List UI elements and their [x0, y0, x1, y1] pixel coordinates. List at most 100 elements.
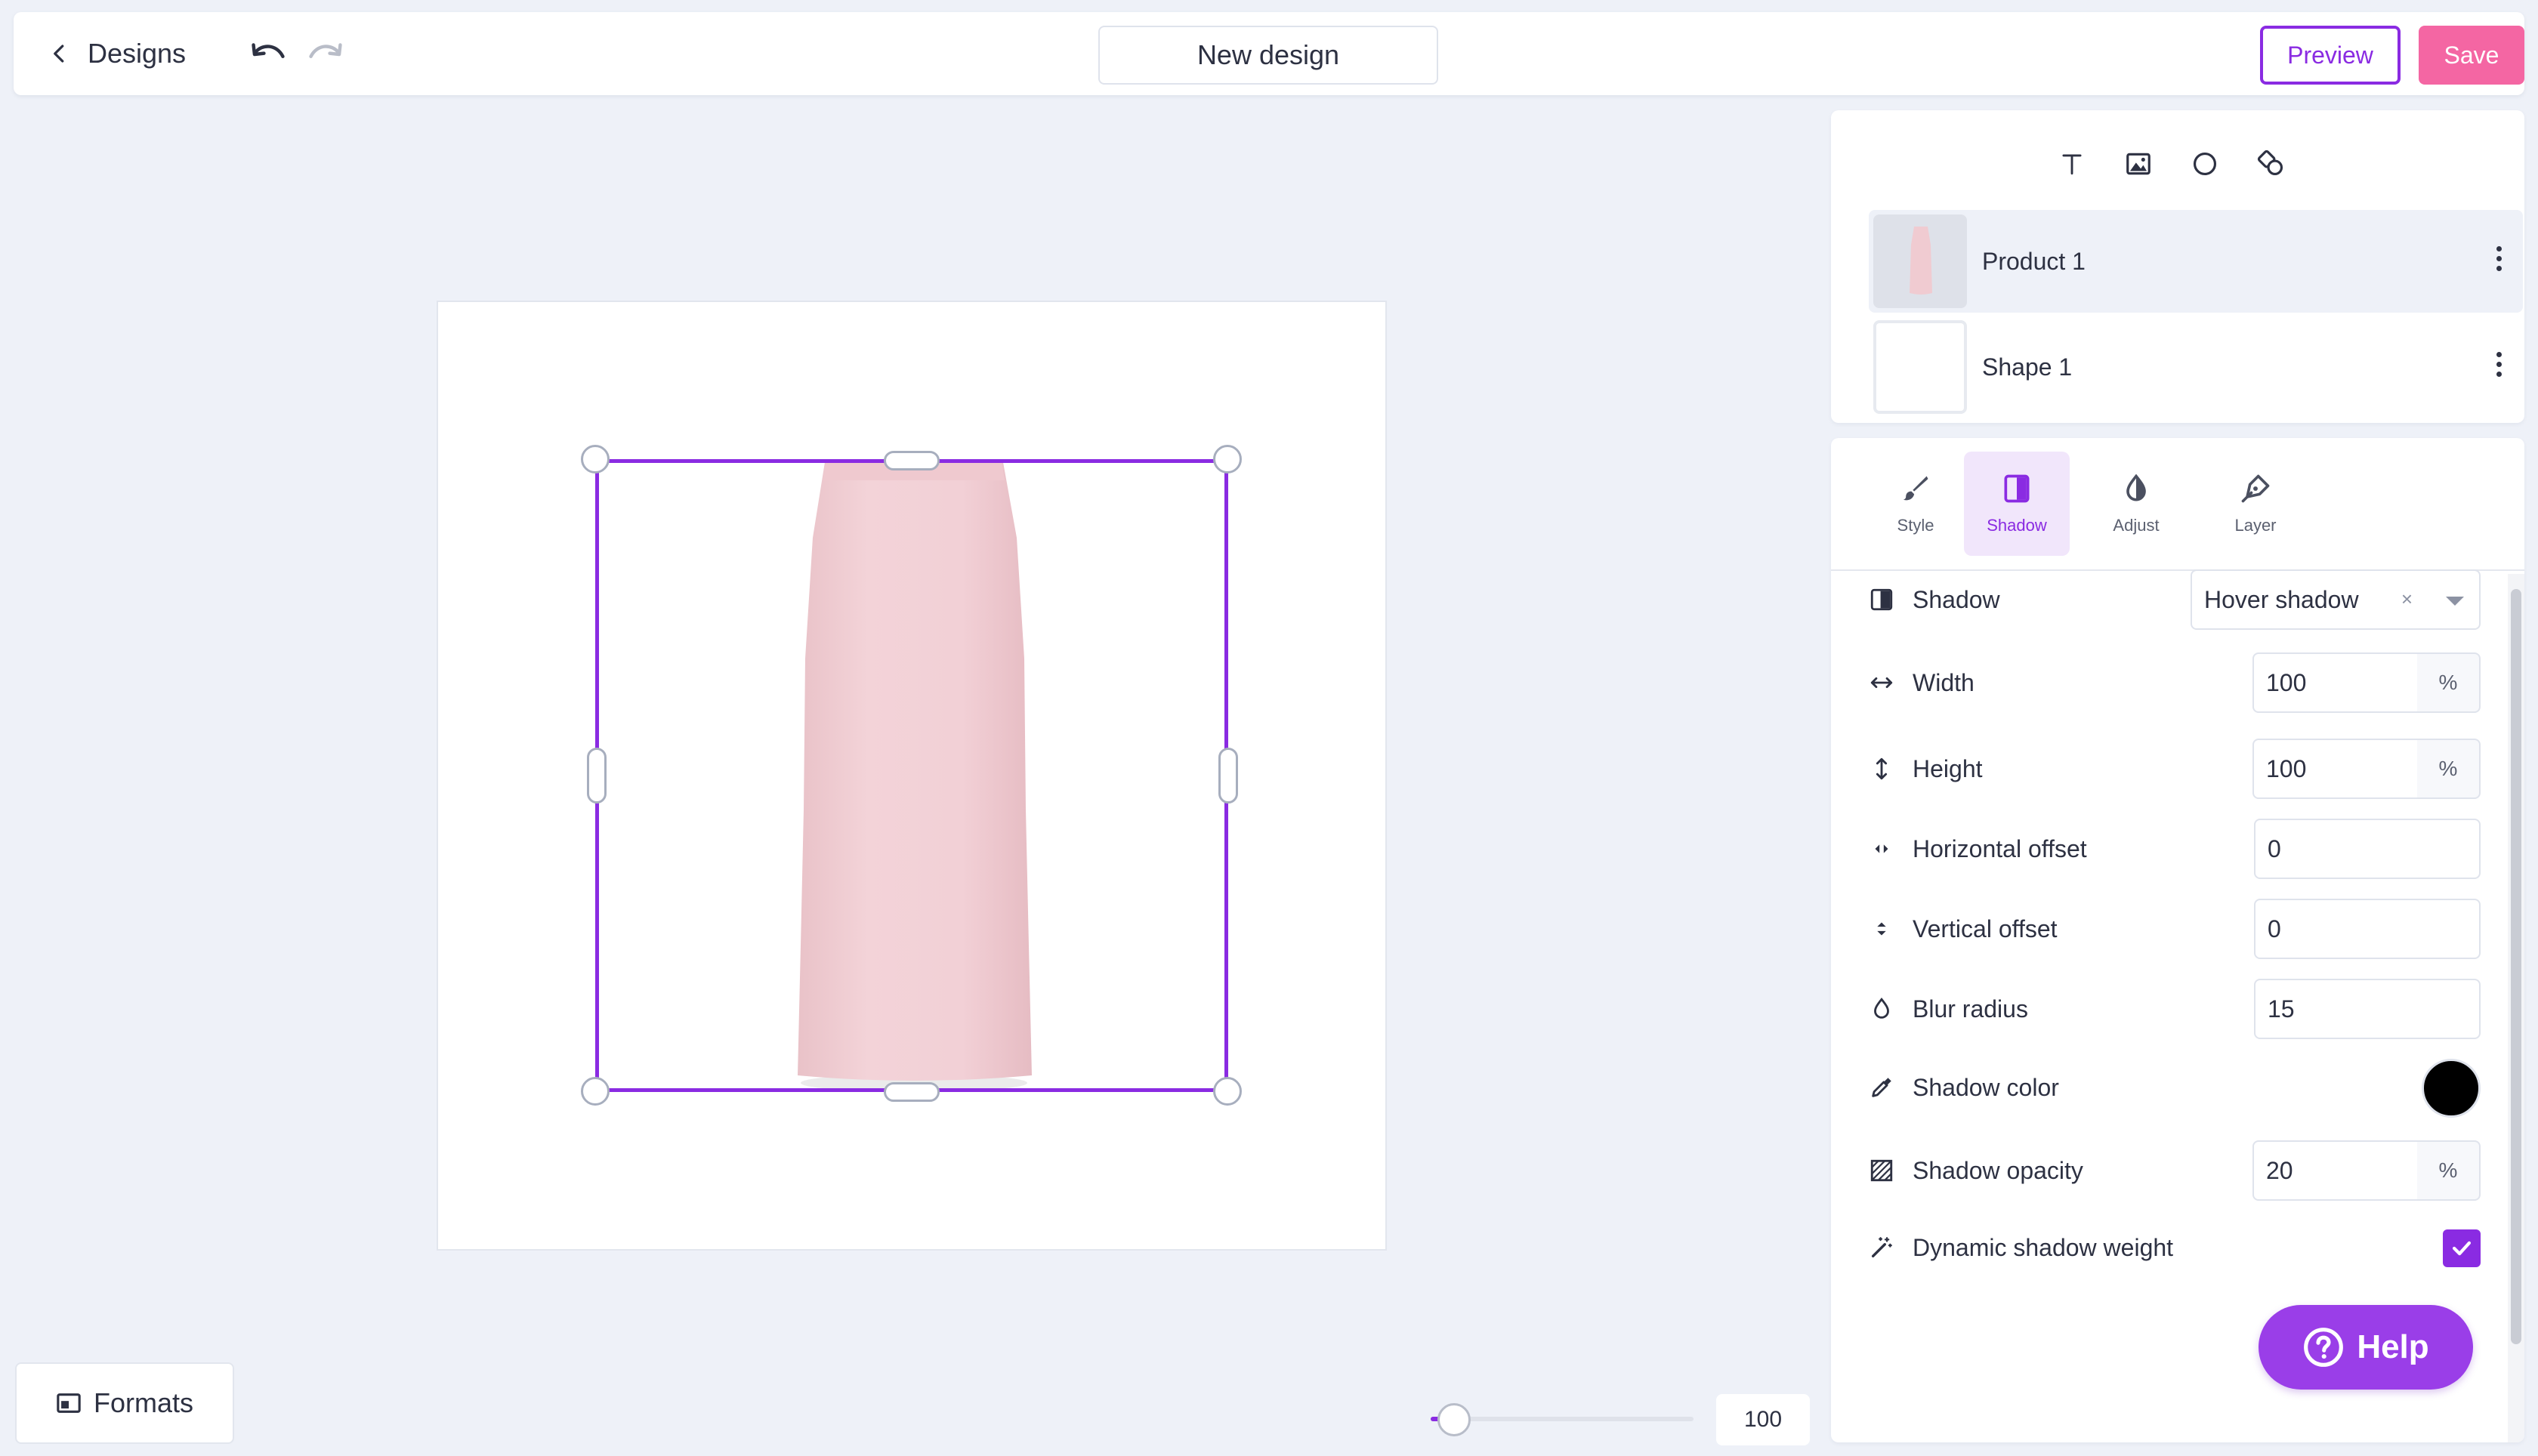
resize-handle-bottom-right[interactable] — [1213, 1077, 1242, 1106]
design-title-field[interactable]: New design — [1098, 26, 1438, 85]
layer-more-icon[interactable] — [2494, 352, 2503, 382]
tab-adjust[interactable]: Adjust — [2083, 452, 2189, 556]
resize-handle-bottom-left[interactable] — [581, 1077, 610, 1106]
width-label: Width — [1913, 668, 1975, 696]
back-to-designs-button[interactable]: Designs — [48, 32, 186, 76]
formats-button[interactable]: Formats — [15, 1362, 234, 1444]
percent-unit: % — [2417, 1140, 2481, 1201]
redo-icon — [309, 43, 342, 58]
dynamic-shadow-checkbox[interactable] — [2443, 1229, 2481, 1267]
tab-layer[interactable]: Layer — [2203, 452, 2308, 556]
layer-row-product-1[interactable]: Product 1 — [1869, 210, 2523, 313]
property-tabs: Style Shadow Adjust Layer — [1831, 438, 2524, 571]
circle-icon — [2193, 152, 2217, 176]
selection-box[interactable] — [595, 459, 1228, 1092]
resize-handle-left[interactable] — [587, 748, 607, 804]
chevron-left-icon — [54, 45, 64, 63]
add-image-button[interactable] — [2124, 150, 2153, 178]
height-row: Height % — [1867, 739, 2481, 799]
save-button[interactable]: Save — [2419, 26, 2524, 85]
preview-button[interactable]: Preview — [2260, 26, 2401, 85]
resize-handle-bottom[interactable] — [884, 1082, 940, 1102]
shadow-opacity-input[interactable] — [2252, 1140, 2419, 1201]
caret-down-icon[interactable] — [2446, 597, 2464, 606]
horizontal-offset-row: Horizontal offset — [1867, 819, 2481, 879]
zoom-knob[interactable] — [1437, 1403, 1471, 1436]
resize-handle-right[interactable] — [1218, 748, 1238, 804]
tab-style[interactable]: Style — [1863, 452, 1968, 556]
panel-scrollbar[interactable] — [2508, 574, 2524, 1442]
magic-wand-icon — [1867, 1233, 1896, 1262]
tab-label: Shadow — [1987, 516, 2047, 535]
shadow-color-row: Shadow color — [1867, 1057, 2481, 1118]
zoom-value: 100 — [1716, 1394, 1810, 1445]
layer-row-shape-1[interactable]: Shape 1 — [1869, 316, 2523, 418]
layer-thumbnail — [1873, 214, 1967, 308]
vertical-arrows-icon — [1867, 754, 1896, 783]
tab-label: Layer — [2234, 516, 2277, 535]
formats-label: Formats — [93, 1387, 193, 1418]
redo-button[interactable] — [307, 41, 344, 68]
tab-label: Style — [1897, 516, 1934, 535]
vertical-offset-row: Vertical offset — [1867, 899, 2481, 959]
text-icon — [2062, 154, 2082, 175]
shadow-color-swatch[interactable] — [2422, 1059, 2481, 1118]
layer-name: Product 1 — [1982, 247, 2086, 275]
zoom-slider[interactable] — [1431, 1403, 1694, 1436]
help-label: Help — [2357, 1328, 2429, 1365]
add-text-button[interactable] — [2058, 150, 2086, 178]
shadow-label: Shadow — [1913, 585, 2000, 613]
vertical-offset-input[interactable] — [2254, 899, 2481, 959]
check-icon — [2452, 1241, 2472, 1256]
dynamic-shadow-row: Dynamic shadow weight — [1867, 1217, 2481, 1278]
undo-button[interactable] — [249, 41, 287, 68]
resize-handle-top[interactable] — [884, 451, 940, 470]
tab-label: Adjust — [2113, 516, 2160, 535]
height-label: Height — [1913, 754, 1983, 782]
brush-icon — [1903, 476, 1928, 501]
question-circle-icon — [2304, 1328, 2344, 1367]
resize-handle-top-left[interactable] — [581, 445, 610, 474]
tab-shadow[interactable]: Shadow — [1964, 452, 2070, 556]
layer-thumbnail — [1873, 320, 1967, 414]
shadow-preset-select[interactable]: Hover shadow × — [2191, 569, 2481, 630]
shadow-opacity-label: Shadow opacity — [1913, 1156, 2083, 1184]
add-elements-button[interactable] — [2257, 150, 2286, 178]
image-icon — [2126, 153, 2151, 175]
eyedropper-icon — [1867, 1073, 1896, 1102]
blur-radius-row: Blur radius — [1867, 979, 2481, 1039]
layer-name: Shape 1 — [1982, 353, 2073, 381]
blur-radius-label: Blur radius — [1913, 995, 2028, 1023]
shadow-preset-row: Shadow Hover shadow × — [1867, 569, 2481, 630]
blur-radius-input[interactable] — [2254, 979, 2481, 1039]
insert-toolbar — [2058, 150, 2286, 178]
formats-icon — [57, 1393, 81, 1413]
horizontal-offset-label: Horizontal offset — [1913, 834, 2087, 862]
height-input[interactable] — [2252, 739, 2419, 799]
help-button[interactable]: Help — [2259, 1305, 2473, 1390]
clear-icon[interactable]: × — [2401, 588, 2413, 611]
layer-more-icon[interactable] — [2494, 246, 2503, 276]
contrast-icon — [2126, 474, 2146, 501]
shadow-preset-value: Hover shadow — [2204, 585, 2359, 613]
horizontal-arrows-icon — [1867, 668, 1896, 697]
shadow-icon — [2004, 474, 2030, 503]
top-bar: Designs New design Preview Save — [14, 12, 2524, 95]
opacity-pattern-icon — [1867, 1156, 1896, 1185]
pen-icon — [2241, 474, 2270, 503]
horizontal-offset-input[interactable] — [2254, 819, 2481, 879]
back-label: Designs — [88, 38, 187, 69]
resize-handle-top-right[interactable] — [1213, 445, 1242, 474]
properties-panel: Style Shadow Adjust Layer Shadow Hover s… — [1831, 438, 2524, 1442]
shadow-icon — [1867, 585, 1896, 614]
width-input[interactable] — [2252, 652, 2419, 713]
undo-icon — [252, 43, 285, 58]
layers-panel: Product 1 Shape 1 — [1831, 110, 2524, 423]
width-row: Width % — [1867, 652, 2481, 713]
add-shape-button[interactable] — [2191, 150, 2219, 178]
scrollbar-thumb[interactable] — [2511, 589, 2521, 1344]
droplet-icon — [1867, 995, 1896, 1023]
shadow-color-label: Shadow color — [1913, 1073, 2059, 1101]
percent-unit: % — [2417, 739, 2481, 799]
shapes-icon — [2257, 150, 2283, 176]
